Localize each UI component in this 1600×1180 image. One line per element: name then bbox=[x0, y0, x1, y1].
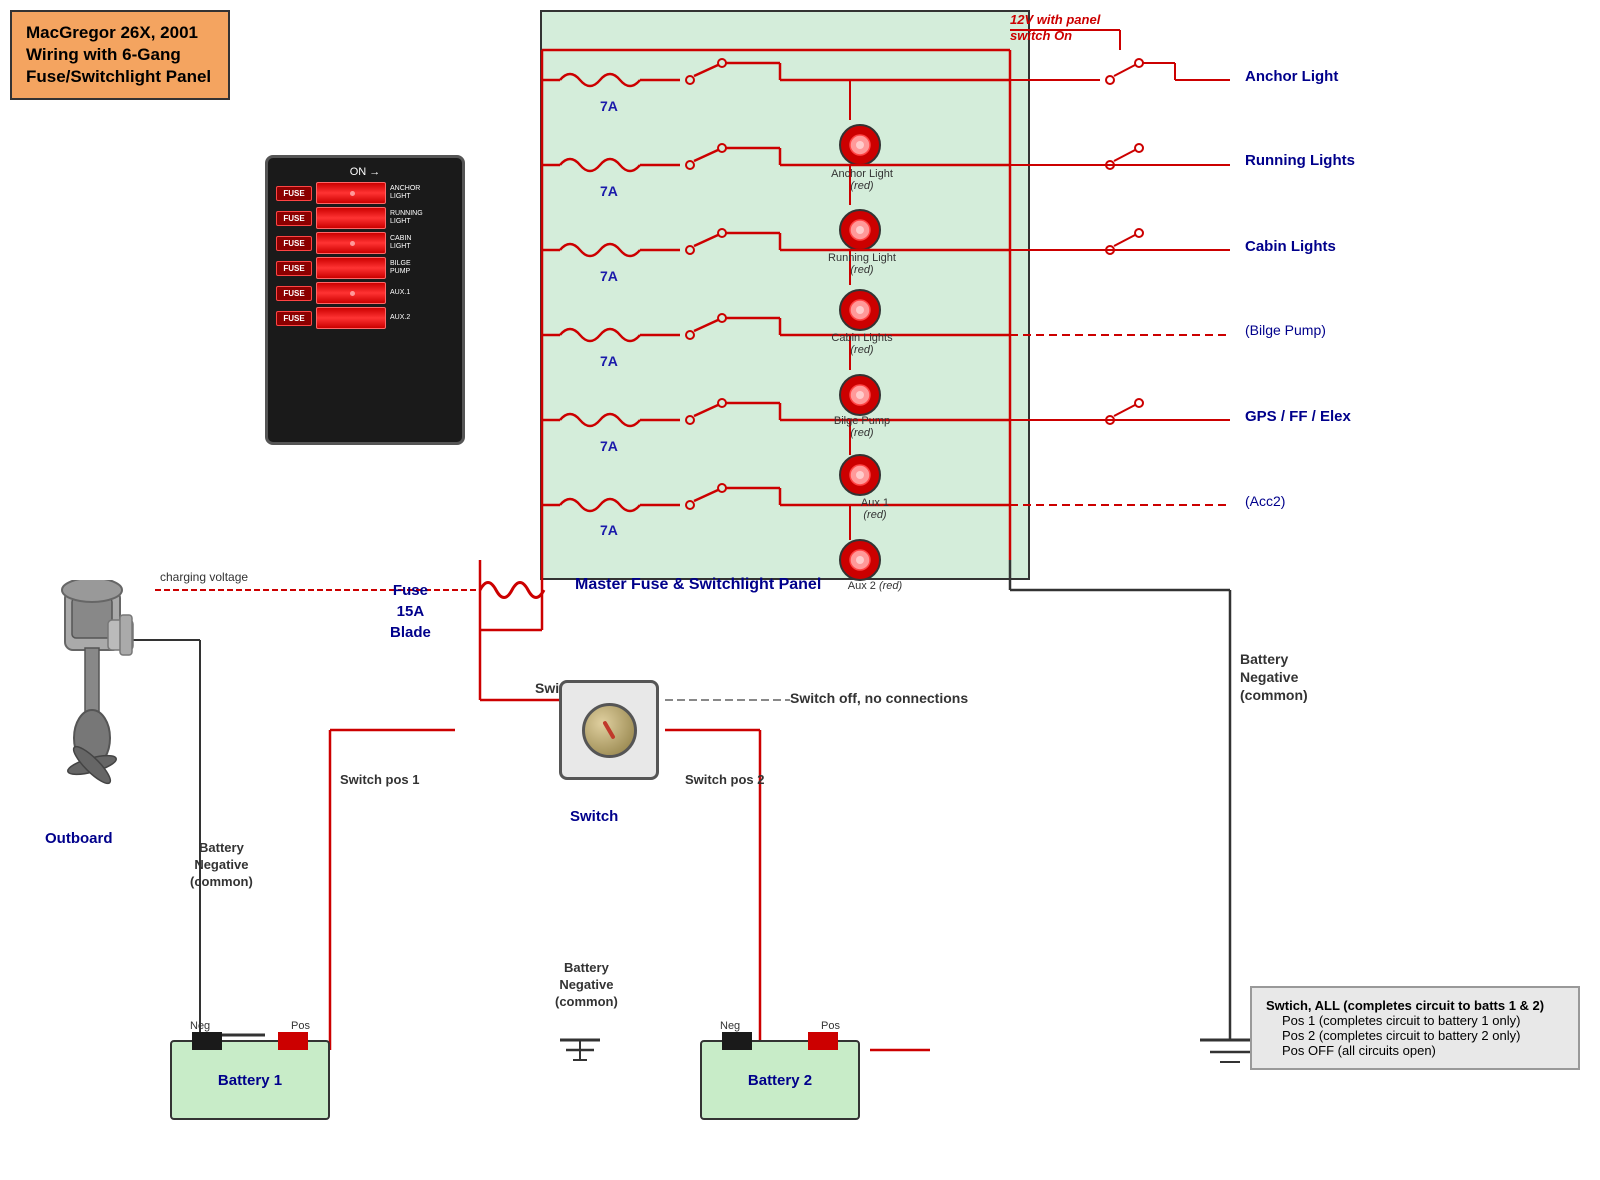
running-lights-label: Running Lights bbox=[1245, 152, 1355, 169]
fuse-7a-6: 7A bbox=[600, 522, 618, 538]
battery2-neg-terminal bbox=[722, 1032, 752, 1050]
lamp-bilge-label: Bilge Pump(red) bbox=[822, 415, 902, 439]
switch-pos2-label: Switch pos 2 bbox=[685, 772, 764, 787]
charging-voltage-label: charging voltage bbox=[160, 570, 248, 584]
gps-label: GPS / FF / Elex bbox=[1245, 408, 1351, 425]
lamp-cabin-label: Cabin Lights(red) bbox=[822, 332, 902, 356]
v12-label: 12V with panel switch On bbox=[1010, 12, 1130, 43]
battery2-pos-label: Pos bbox=[821, 1020, 840, 1032]
lamp-aux1-label: Aux 1(red) bbox=[835, 497, 915, 521]
fuse-main-label: Fuse15ABlade bbox=[390, 580, 431, 643]
lamp-anchor-label: Anchor Light(red) bbox=[822, 168, 902, 192]
battery-switch[interactable] bbox=[559, 680, 659, 780]
battery1-neg-label: Neg bbox=[190, 1020, 210, 1032]
lamp-running-label: Running Light(red) bbox=[822, 252, 902, 276]
lamp-aux2-label: Aux 2 (red) bbox=[835, 580, 915, 592]
fuse-7a-2: 7A bbox=[600, 183, 618, 199]
switch-off-label: Switch off, no connections bbox=[790, 690, 968, 706]
switch-knob bbox=[582, 703, 637, 758]
legend-pos2: Pos 2 (completes circuit to battery 2 on… bbox=[1266, 1028, 1564, 1043]
fuse-7a-3: 7A bbox=[600, 268, 618, 284]
legend-box: Swtich, ALL (completes circuit to batts … bbox=[1250, 986, 1580, 1070]
fuse-7a-4: 7A bbox=[600, 353, 618, 369]
legend-all: Swtich, ALL (completes circuit to batts … bbox=[1266, 998, 1564, 1013]
battery-neg-common-bat2: BatteryNegative(common) bbox=[555, 960, 618, 1011]
battery2-pos-terminal bbox=[808, 1032, 838, 1050]
fuse-7a-1: 7A bbox=[600, 98, 618, 114]
acc2-label: (Acc2) bbox=[1245, 493, 1285, 509]
battery2-neg-label: Neg bbox=[720, 1020, 740, 1032]
battery1-pos-label: Pos bbox=[291, 1020, 310, 1032]
battery-2: Neg Pos Battery 2 bbox=[700, 1040, 860, 1120]
battery1-text: Battery 1 bbox=[218, 1072, 282, 1089]
battery1-neg-terminal bbox=[192, 1032, 222, 1050]
fuse-7a-5: 7A bbox=[600, 438, 618, 454]
battery-neg-common-bat1: BatteryNegative(common) bbox=[190, 840, 253, 891]
switch-pos1-label: Switch pos 1 bbox=[340, 772, 419, 787]
battery-neg-common-right: BatteryNegative(common) bbox=[1240, 650, 1308, 705]
outboard-label: Outboard bbox=[45, 830, 113, 847]
cabin-lights-label: Cabin Lights bbox=[1245, 238, 1336, 255]
panel-title-label: Master Fuse & Switchlight Panel bbox=[575, 576, 821, 594]
anchor-light-label: Anchor Light bbox=[1245, 68, 1338, 85]
outboard-motor bbox=[20, 580, 160, 800]
battery1-pos-terminal bbox=[278, 1032, 308, 1050]
switch-pointer bbox=[602, 720, 615, 739]
battery-1: Neg Pos Battery 1 bbox=[170, 1040, 330, 1120]
legend-pos1: Pos 1 (completes circuit to battery 1 on… bbox=[1266, 1013, 1564, 1028]
switch-label: Switch bbox=[570, 808, 618, 825]
bilge-pump-label: (Bilge Pump) bbox=[1245, 322, 1326, 338]
battery2-text: Battery 2 bbox=[748, 1072, 812, 1089]
legend-pos-off: Pos OFF (all circuits open) bbox=[1266, 1043, 1564, 1058]
